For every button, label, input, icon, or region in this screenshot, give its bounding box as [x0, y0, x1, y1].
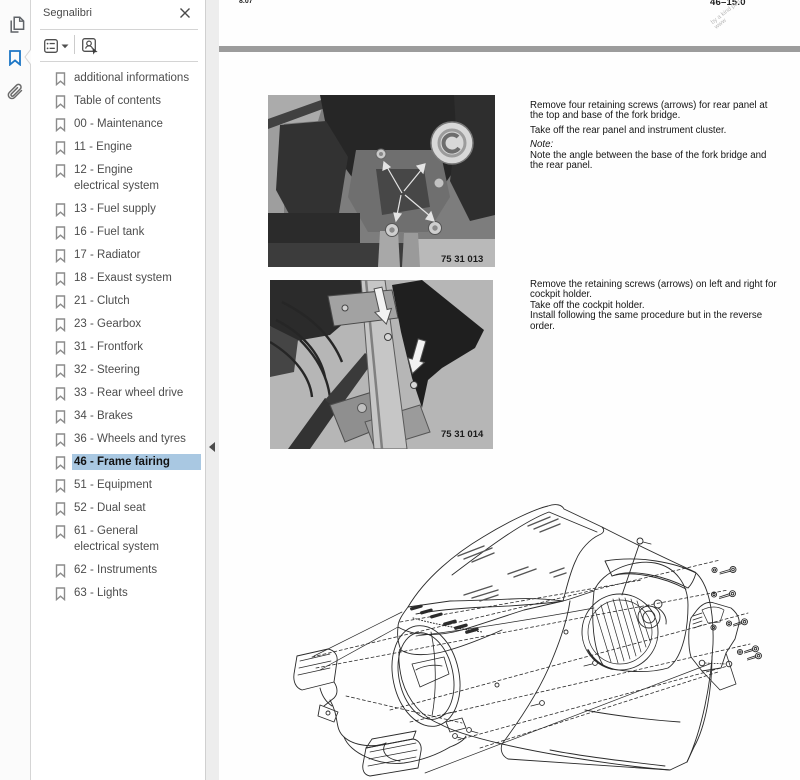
svg-text:75 31 013: 75 31 013: [441, 254, 483, 265]
svg-text:75 31 014: 75 31 014: [441, 429, 484, 440]
